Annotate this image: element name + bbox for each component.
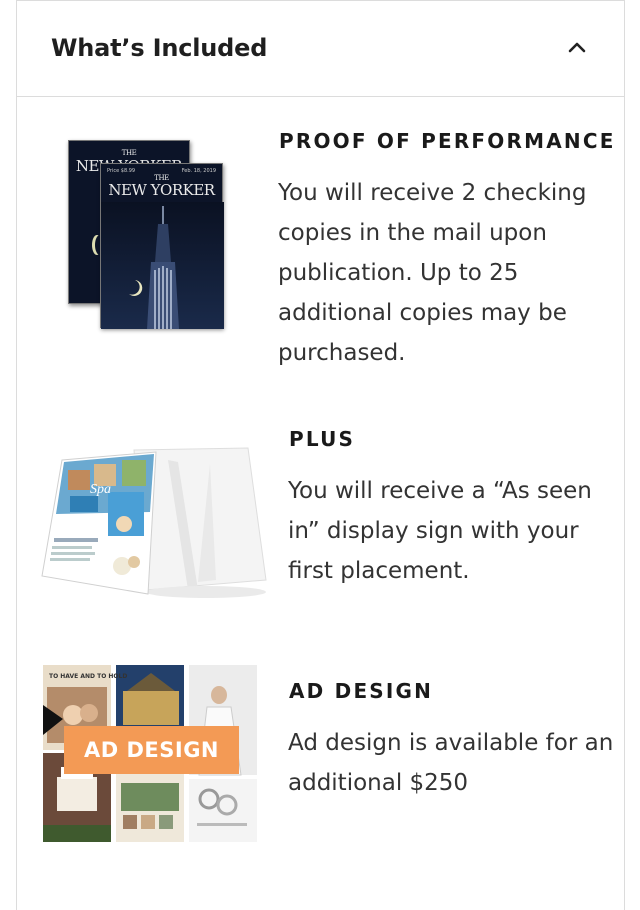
section-title: What’s Included: [51, 34, 268, 62]
chevron-up-icon[interactable]: [568, 41, 586, 53]
magazine-cover-front: Price $8.99 Feb. 18, 2019 THE NEW YORKER: [100, 163, 224, 329]
display-sign-image: Spa: [38, 440, 270, 600]
accordion-header[interactable]: What’s Included: [17, 0, 624, 97]
skyscraper-illustration: [101, 202, 224, 329]
item-text-line: You will receive 2 checking: [278, 180, 587, 206]
item-text-line: Ad design is available for an: [288, 730, 614, 756]
magazine-covers-image: THE NEW YORKER Price $8.99 Feb. 18, 2019…: [60, 136, 230, 336]
display-sign-illustration: [41, 447, 267, 598]
item-text-line: additional $250: [288, 770, 469, 796]
item-text-line: You will receive a “As seen: [288, 478, 592, 504]
item-text-line: publication. Up to 25: [278, 260, 519, 286]
item-text-line: additional copies may be: [278, 300, 567, 326]
cover-masthead-the: THE: [121, 149, 137, 157]
item-title-plus: PLUS: [289, 427, 356, 451]
item-text-line: purchased.: [278, 340, 406, 366]
ad-design-badge: AD DESIGN: [64, 726, 239, 774]
item-text-line: in” display sign with your: [288, 518, 579, 544]
tile-caption: TO HAVE AND TO HOLD: [49, 673, 128, 680]
item-title-proof: PROOF OF PERFORMANCE: [279, 129, 616, 153]
item-text-line: first placement.: [288, 558, 470, 584]
item-title-ad-design: AD DESIGN: [289, 679, 434, 703]
cover-masthead: NEW YORKER: [108, 181, 215, 199]
item-text-line: copies in the mail upon: [278, 220, 547, 246]
sign-label: Spa: [90, 482, 111, 497]
